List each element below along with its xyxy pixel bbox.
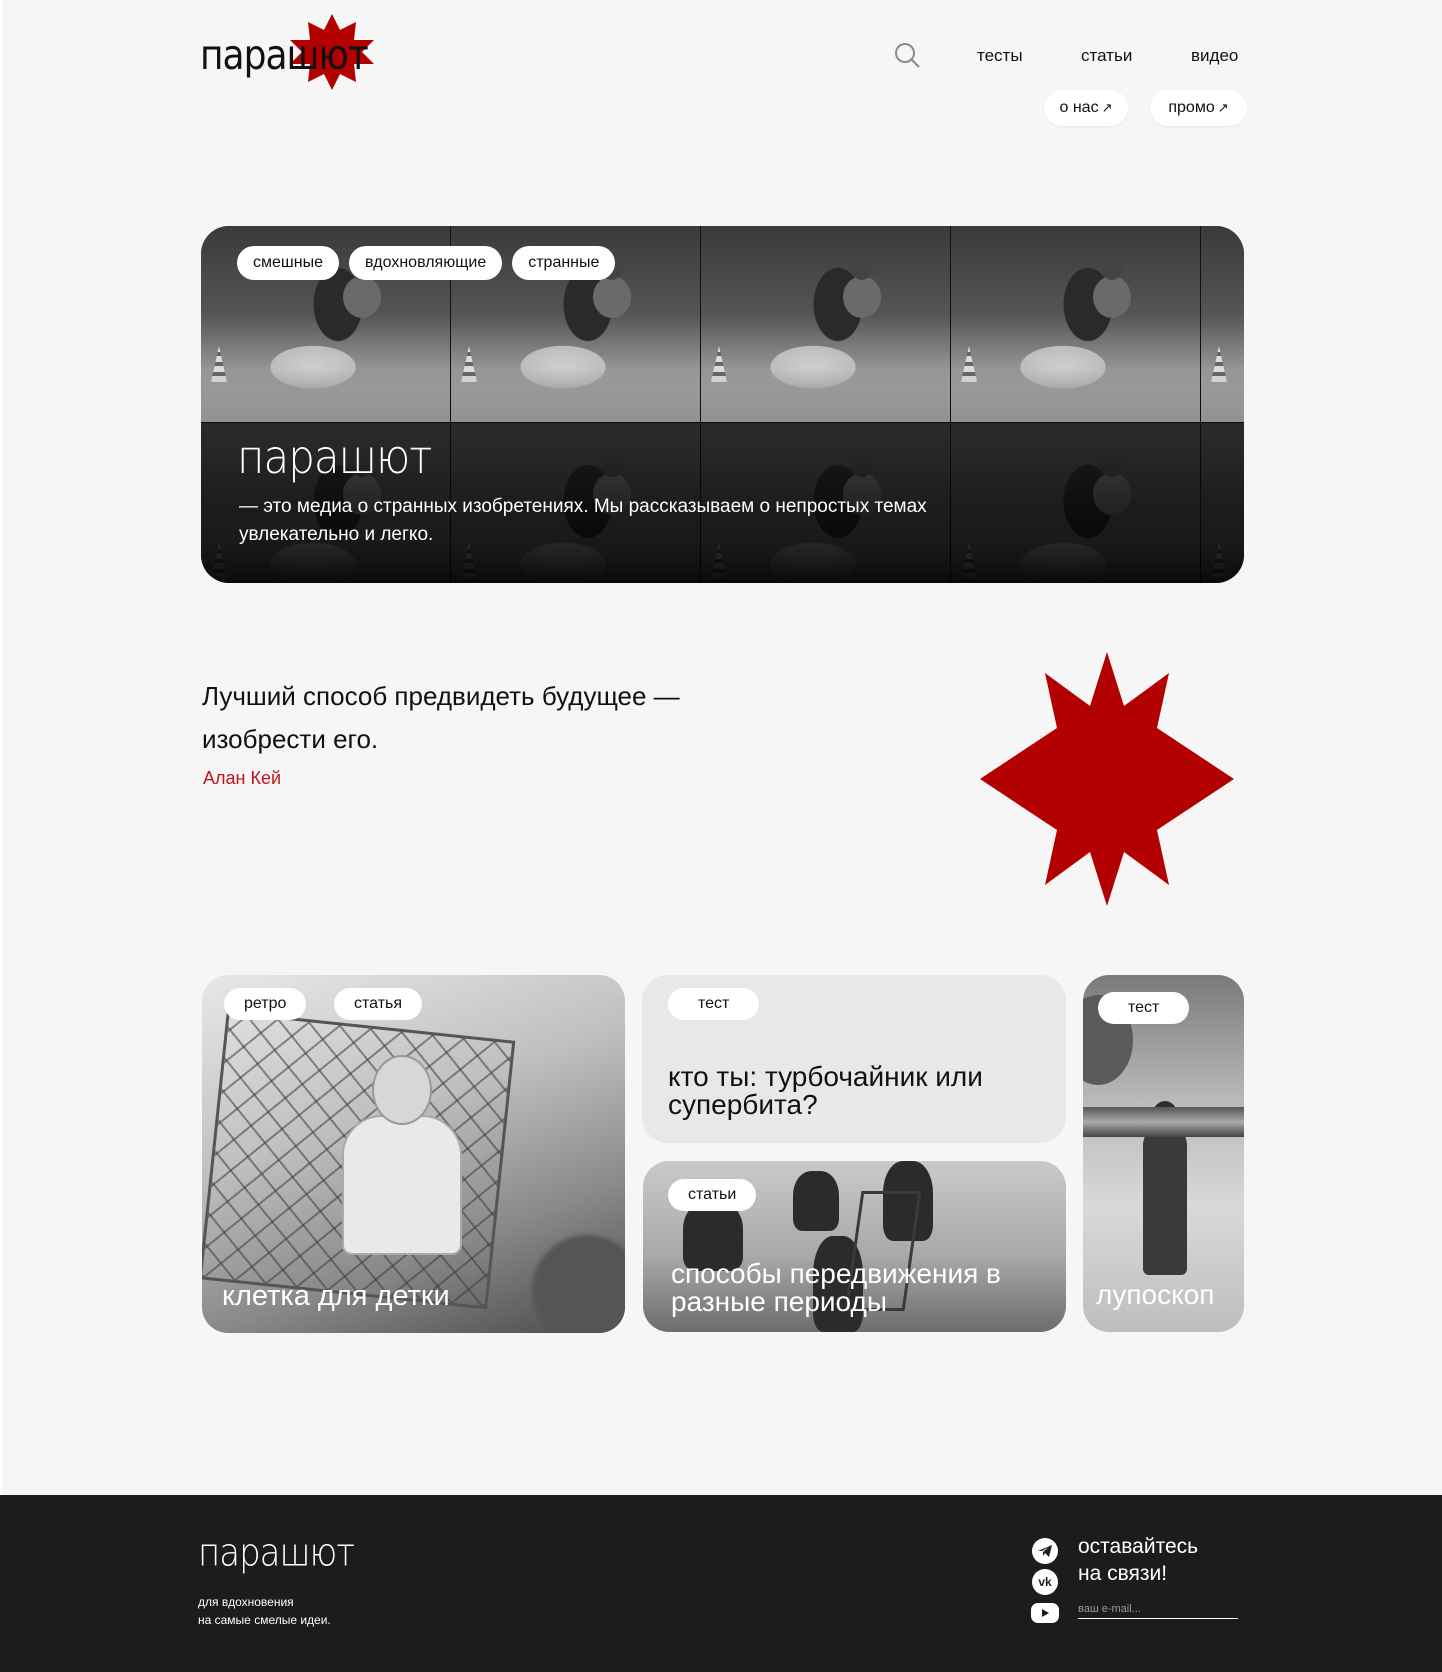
footer-cta-line: на связи!: [1078, 1562, 1168, 1585]
hero-tags: смешные вдохновляющие странные: [237, 246, 616, 280]
about-label: о нас: [1059, 99, 1099, 116]
card-title: способы передвижения в разные периоды: [671, 1258, 1001, 1317]
nav-tests[interactable]: тесты: [977, 46, 1023, 66]
footer-tagline-line: на самые смелые идеи.: [198, 1613, 331, 1627]
promo-label: промо: [1168, 99, 1215, 116]
quote-text: Лучший способ предвидеть будущее — изобр…: [202, 681, 680, 754]
arrow-up-right-icon: ↗: [1101, 100, 1113, 115]
about-link[interactable]: о нас ↗: [1044, 90, 1128, 126]
hero-banner: смешные вдохновляющие странные парашют —…: [201, 226, 1244, 583]
card-tag: статьи: [668, 1179, 757, 1211]
card-tag: тест: [1098, 992, 1190, 1024]
search-icon[interactable]: [894, 42, 920, 68]
telegram-icon[interactable]: [1032, 1538, 1058, 1564]
quiz-card-turbo[interactable]: тест кто ты: турбочайник или супербита?: [642, 975, 1066, 1143]
promo-link[interactable]: промо ↗: [1150, 90, 1247, 126]
footer-cta-line: оставайтесь: [1078, 1535, 1199, 1558]
nav-video[interactable]: видео: [1191, 46, 1238, 66]
cyclist-figure: [793, 1171, 839, 1231]
tag-funny[interactable]: смешные: [237, 246, 339, 280]
footer: парашют для вдохновения на самые смелые …: [0, 1495, 1442, 1672]
email-input[interactable]: [1078, 1599, 1238, 1619]
card-title: кто ты: турбочайник или супербита?: [668, 1061, 983, 1120]
logo-wordmark: парашют: [200, 32, 369, 80]
baby-head-photo: [372, 1055, 432, 1125]
hero-description: — это медиа о странных изобретениях. Мы …: [239, 496, 927, 545]
card-tag: статья: [334, 988, 423, 1020]
card-title: клетка для детки: [222, 1280, 450, 1312]
card-tag: тест: [668, 988, 760, 1020]
tag-inspiring[interactable]: вдохновляющие: [348, 246, 503, 280]
telescope-pipe: [1083, 1107, 1244, 1137]
quiz-card-luposkop[interactable]: тест лупоскоп: [1083, 975, 1244, 1332]
tag-strange[interactable]: странные: [512, 246, 616, 280]
footer-cta: оставайтесь на связи!: [1078, 1533, 1198, 1587]
arrow-up-right-icon: ↗: [1217, 100, 1229, 115]
man-figure: [1143, 1125, 1187, 1275]
page: парашют тесты статьи видео о нас ↗ промо…: [0, 0, 1442, 1672]
footer-tagline: для вдохновения на самые смелые идеи.: [198, 1593, 331, 1629]
article-card-transport[interactable]: статьи способы передвижения в разные пер…: [643, 1161, 1066, 1332]
hero-title: парашют: [237, 430, 432, 484]
card-tag: ретро: [224, 988, 307, 1020]
quote-author: Алан Кей: [203, 768, 282, 788]
footer-tagline-line: для вдохновения: [198, 1595, 294, 1609]
youtube-icon[interactable]: [1031, 1603, 1059, 1623]
tree-photo: [532, 1235, 625, 1333]
article-card-baby-cage[interactable]: ретро статья клетка для детки: [202, 975, 625, 1333]
nav-articles[interactable]: статьи: [1081, 46, 1132, 66]
site-logo[interactable]: парашют: [200, 14, 385, 90]
card-title: лупоскоп: [1096, 1279, 1215, 1310]
sun-star-icon: [980, 652, 1234, 906]
vk-icon[interactable]: vk: [1032, 1569, 1058, 1595]
baby-photo: [342, 1115, 462, 1255]
footer-logo[interactable]: парашют: [198, 1531, 355, 1576]
